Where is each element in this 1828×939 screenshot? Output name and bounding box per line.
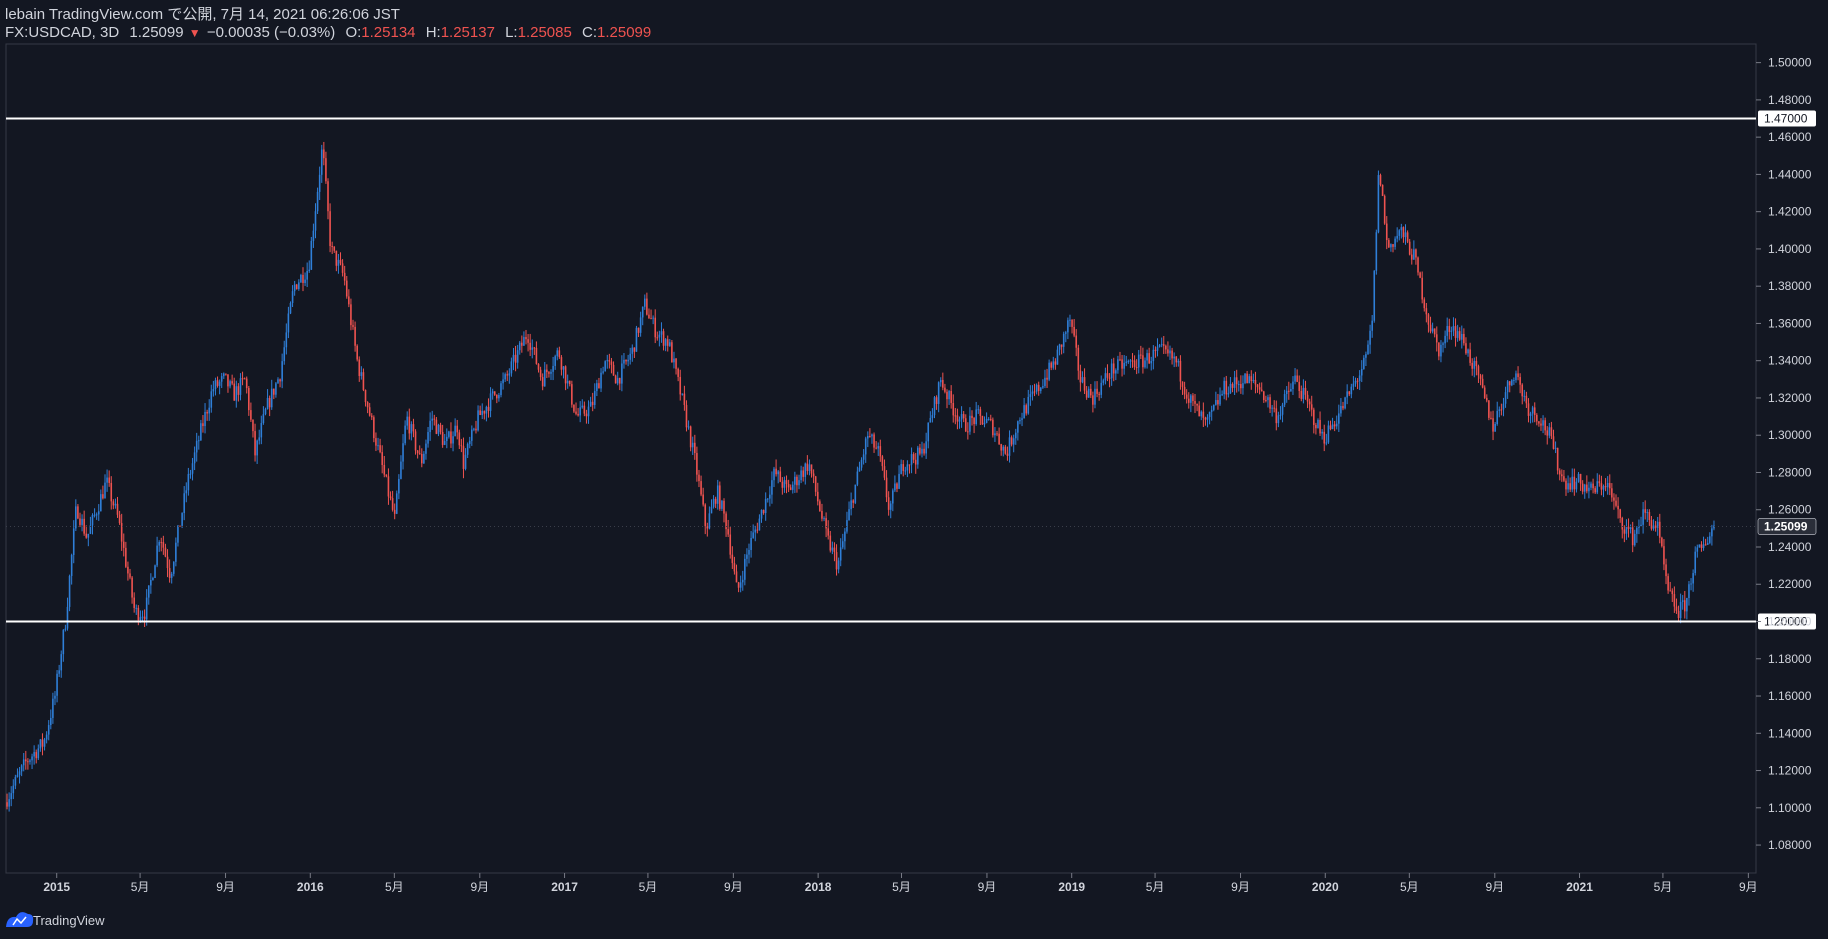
candle xyxy=(68,574,71,612)
candle xyxy=(854,484,857,505)
candle xyxy=(1381,184,1384,197)
last-price-label: 1.25099 xyxy=(1764,520,1808,534)
x-tick-label: 5月 xyxy=(1654,880,1673,894)
open-label: O: xyxy=(345,24,361,41)
x-tick-label: 9月 xyxy=(724,880,743,894)
candle xyxy=(1375,229,1378,275)
x-tick-label: 9月 xyxy=(1739,880,1758,894)
y-tick-label: 1.22000 xyxy=(1768,577,1812,591)
low-label: L: xyxy=(505,24,518,41)
candle xyxy=(1488,400,1490,421)
candle xyxy=(1373,270,1376,323)
y-tick-label: 1.50000 xyxy=(1768,56,1812,70)
candle xyxy=(933,396,936,419)
x-tick-label: 2015 xyxy=(43,880,70,894)
high-value: 1.25137 xyxy=(441,24,495,41)
candle xyxy=(295,283,298,290)
y-tick-label: 1.18000 xyxy=(1768,652,1812,666)
candle xyxy=(356,344,358,362)
horizontal-line-label: 1.47000 xyxy=(1764,112,1808,126)
candle xyxy=(181,512,183,529)
x-tick-label: 9月 xyxy=(978,880,997,894)
header-published: lebain TradingView.com で公開, 7月 14, 2021 … xyxy=(5,6,400,23)
y-tick-label: 1.28000 xyxy=(1768,465,1812,479)
x-tick-label: 5月 xyxy=(892,880,911,894)
candle xyxy=(1698,544,1701,548)
candle xyxy=(1383,194,1386,225)
y-tick-label: 1.36000 xyxy=(1768,316,1812,330)
y-tick-label: 1.40000 xyxy=(1768,242,1812,256)
candle xyxy=(1344,396,1346,410)
candle xyxy=(1661,536,1663,548)
y-tick-label: 1.48000 xyxy=(1768,93,1812,107)
background xyxy=(0,0,1828,939)
y-tick-label: 1.08000 xyxy=(1768,838,1812,852)
low-value: 1.25085 xyxy=(518,24,572,41)
candle xyxy=(1048,359,1050,382)
candle xyxy=(671,340,673,363)
x-tick-label: 5月 xyxy=(1146,880,1165,894)
close-label: C: xyxy=(582,24,597,41)
header-ohlc: FX:USDCAD, 3D 1.25099 ▼ −0.00035 (−0.03%… xyxy=(5,24,651,41)
x-tick-label: 2021 xyxy=(1566,880,1593,894)
candle xyxy=(310,236,313,270)
y-tick-label: 1.14000 xyxy=(1768,726,1812,740)
change-arrow-icon: ▼ xyxy=(189,26,201,40)
candle xyxy=(179,525,181,527)
close-value: 1.25099 xyxy=(597,24,651,41)
y-tick-label: 1.26000 xyxy=(1768,503,1812,517)
candle xyxy=(1244,373,1246,385)
x-tick-label: 5月 xyxy=(131,880,150,894)
candle xyxy=(300,273,302,283)
y-tick-label: 1.34000 xyxy=(1768,354,1812,368)
x-tick-label: 2016 xyxy=(297,880,324,894)
candle xyxy=(571,380,573,408)
y-tick-label: 1.16000 xyxy=(1768,689,1812,703)
candle xyxy=(992,417,994,438)
candle xyxy=(1556,447,1559,475)
candle xyxy=(289,301,292,315)
y-tick-label: 1.20000 xyxy=(1768,615,1812,629)
candle xyxy=(395,490,398,515)
x-tick-label: 5月 xyxy=(385,880,404,894)
high-label: H: xyxy=(426,24,441,41)
candle xyxy=(614,374,617,384)
x-tick-label: 9月 xyxy=(1231,880,1250,894)
candle xyxy=(604,360,606,372)
x-tick-label: 5月 xyxy=(1400,880,1419,894)
candle xyxy=(981,415,984,425)
candle xyxy=(1419,271,1421,279)
candle xyxy=(1511,379,1513,387)
y-tick-label: 1.44000 xyxy=(1768,167,1812,181)
candle xyxy=(1379,173,1382,187)
y-tick-label: 1.46000 xyxy=(1768,130,1812,144)
x-tick-label: 9月 xyxy=(1485,880,1504,894)
change-value: −0.00035 (−0.03%) xyxy=(207,24,335,41)
y-tick-label: 1.30000 xyxy=(1768,428,1812,442)
symbol-label: FX:USDCAD, 3D xyxy=(5,24,119,41)
y-tick-label: 1.38000 xyxy=(1768,279,1812,293)
y-tick-label: 1.24000 xyxy=(1768,540,1812,554)
candle xyxy=(1377,170,1380,234)
candle xyxy=(685,400,688,432)
y-tick-label: 1.42000 xyxy=(1768,205,1812,219)
x-tick-label: 2017 xyxy=(551,880,578,894)
candle xyxy=(635,325,638,352)
candle xyxy=(154,564,156,579)
candle xyxy=(500,380,502,398)
y-tick-label: 1.12000 xyxy=(1768,764,1812,778)
x-tick-label: 2020 xyxy=(1312,880,1339,894)
x-tick-label: 9月 xyxy=(216,880,235,894)
footer-brand: TradingView xyxy=(33,913,105,928)
x-tick-label: 9月 xyxy=(470,880,489,894)
chart-root: lebain TradingView.com で公開, 7月 14, 2021 … xyxy=(0,0,1828,939)
last-price-value: 1.25099 xyxy=(129,24,183,41)
x-tick-label: 2018 xyxy=(805,880,832,894)
y-tick-label: 1.32000 xyxy=(1768,391,1812,405)
x-tick-label: 2019 xyxy=(1058,880,1085,894)
open-value: 1.25134 xyxy=(361,24,415,41)
y-tick-label: 1.10000 xyxy=(1768,801,1812,815)
candle xyxy=(719,481,721,511)
x-tick-label: 5月 xyxy=(639,880,658,894)
